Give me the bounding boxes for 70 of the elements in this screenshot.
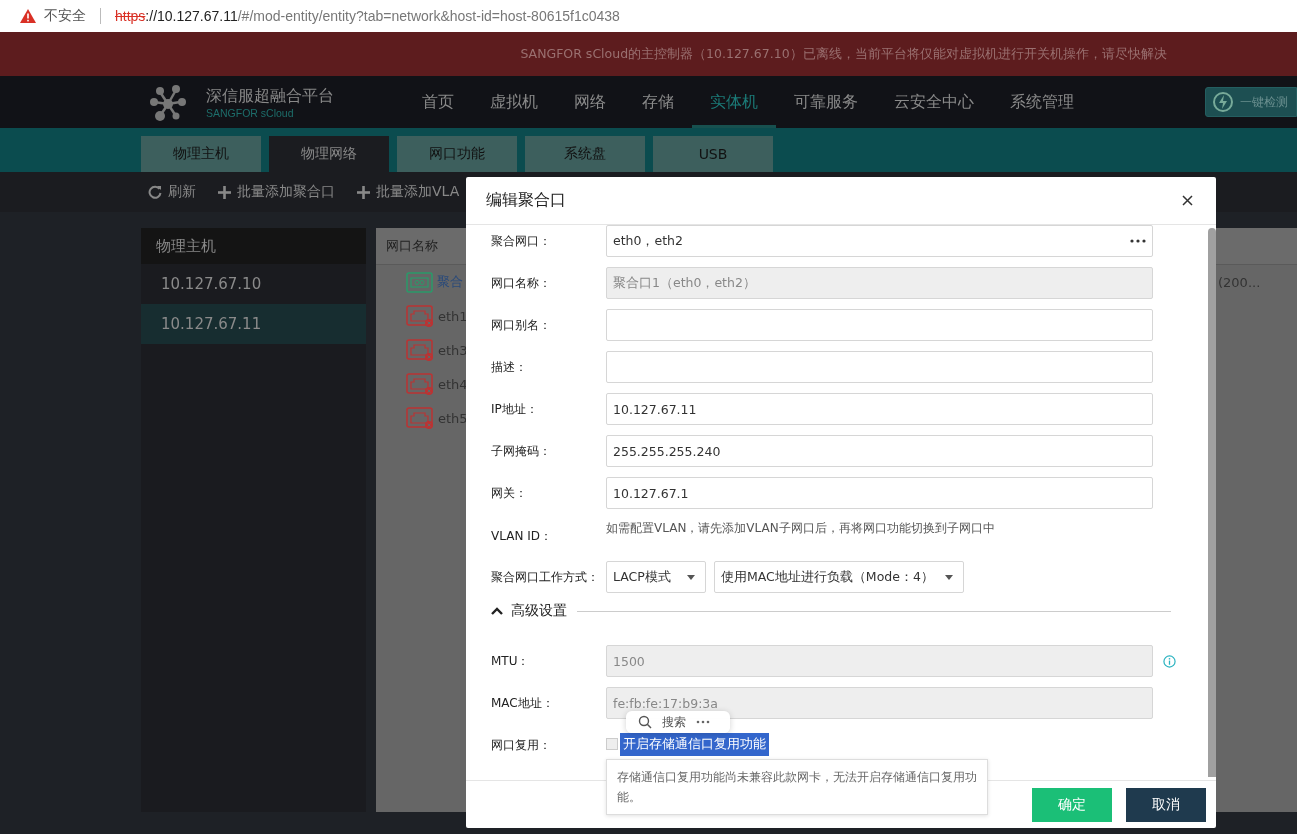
field-label: 聚合网口工作方式： xyxy=(491,568,600,586)
more-icon xyxy=(1130,239,1146,243)
dialog-title: 编辑聚合口 xyxy=(486,190,566,211)
close-icon[interactable] xyxy=(1182,195,1193,206)
ethernet-port-icon xyxy=(406,373,434,395)
caret-icon[interactable] xyxy=(491,607,503,615)
cancel-button[interactable]: 取消 xyxy=(1126,788,1206,822)
ethernet-port-icon xyxy=(406,407,434,429)
field-label: 描述： xyxy=(491,358,528,376)
tab[interactable]: 网口功能 xyxy=(397,136,517,172)
banner-text: SANGFOR sCloud的主控制器（10.127.67.10）已离线，当前平台将仅能对虚拟机进行开关机操作，请尽快解决 xyxy=(520,45,1167,63)
checkbox-label[interactable]: 开启存储通信口复用功能 xyxy=(620,733,769,756)
plus-icon xyxy=(218,185,231,199)
caret-icon xyxy=(687,574,695,580)
bolt-icon xyxy=(1212,91,1234,113)
nav-item[interactable]: 存储 xyxy=(624,76,692,128)
one-click-check-button[interactable]: 一键检测 xyxy=(1205,87,1297,117)
input-field[interactable] xyxy=(606,351,1153,383)
brand-subtitle: SANGFOR sCloud xyxy=(206,106,295,119)
host-item[interactable]: 10.127.67.10 xyxy=(141,264,366,304)
nav-item[interactable]: 虚拟机 xyxy=(472,76,556,128)
field-label: 子网掩码： xyxy=(491,442,552,460)
field-label: 网口别名： xyxy=(491,316,552,334)
advanced-settings-toggle[interactable]: 高级设置 xyxy=(511,602,567,620)
input-field[interactable]: 10.127.67.11 xyxy=(606,393,1153,425)
nav-item[interactable]: 可靠服务 xyxy=(776,76,876,128)
column-header: 网口名称 xyxy=(386,237,438,255)
warning-icon xyxy=(20,9,36,23)
dropdown[interactable]: LACP模式 xyxy=(606,561,706,593)
field-label: MAC地址： xyxy=(491,694,555,712)
field-label: 聚合网口： xyxy=(491,232,552,250)
field-label: 网关： xyxy=(491,484,528,502)
nav-item[interactable]: 系统管理 xyxy=(992,76,1092,128)
input-field[interactable]: 255.255.255.240 xyxy=(606,435,1153,467)
tab[interactable]: 物理主机 xyxy=(141,136,261,172)
field-label: 网口复用： xyxy=(491,736,552,754)
field-label: VLAN ID： xyxy=(491,528,553,545)
toolbar-button[interactable]: 批量添加聚合口 xyxy=(218,183,335,201)
checkbox[interactable] xyxy=(606,738,618,750)
interface-picker-field[interactable]: eth0，eth2 xyxy=(606,225,1153,257)
plus-icon xyxy=(357,185,370,199)
toolbar-button[interactable]: 刷新 xyxy=(148,183,196,201)
security-label[interactable]: 不安全 xyxy=(44,7,86,25)
caret-icon xyxy=(945,574,953,580)
brand-title: 深信服超融合平台 xyxy=(206,85,335,107)
scrollbar[interactable] xyxy=(1208,228,1216,777)
url-text[interactable]: https://10.127.67.11/#/mod-entity/entity?tab=network&host-id=host-80615f1c0438 xyxy=(115,8,620,24)
host-item[interactable]: 10.127.67.11 xyxy=(141,304,366,344)
tab[interactable]: 物理网络 xyxy=(269,136,389,172)
panel-title: 物理主机 xyxy=(141,228,366,264)
field-label: 网口名称： xyxy=(491,274,552,292)
vlan-hint: 如需配置VLAN，请先添加VLAN子网口后，再将网口功能切换到子网口中 xyxy=(606,520,995,537)
tab[interactable]: 系统盘 xyxy=(525,136,645,172)
toolbar-button[interactable]: 批量添加VLA xyxy=(357,183,460,201)
tooltip: 存储通信口复用功能尚未兼容此款网卡，无法开启存储通信口复用功能。 xyxy=(606,759,988,815)
input-field[interactable] xyxy=(606,309,1153,341)
link-port-icon xyxy=(406,271,433,293)
ethernet-port-icon xyxy=(406,339,434,361)
nav-item[interactable]: 网络 xyxy=(556,76,624,128)
dropdown[interactable]: 使用MAC地址进行负载（Mode：4） xyxy=(714,561,964,593)
more-icon[interactable] xyxy=(696,720,710,724)
field-label: MTU： xyxy=(491,652,531,670)
tab[interactable]: USB xyxy=(653,136,773,172)
nav-item[interactable]: 云安全中心 xyxy=(876,76,992,128)
ethernet-port-icon xyxy=(406,305,434,327)
field-label: IP地址： xyxy=(491,400,539,418)
input-field[interactable]: 10.127.67.1 xyxy=(606,477,1153,509)
search-icon[interactable] xyxy=(638,715,652,729)
refresh-icon xyxy=(148,185,162,199)
nav-item[interactable]: 首页 xyxy=(404,76,472,128)
